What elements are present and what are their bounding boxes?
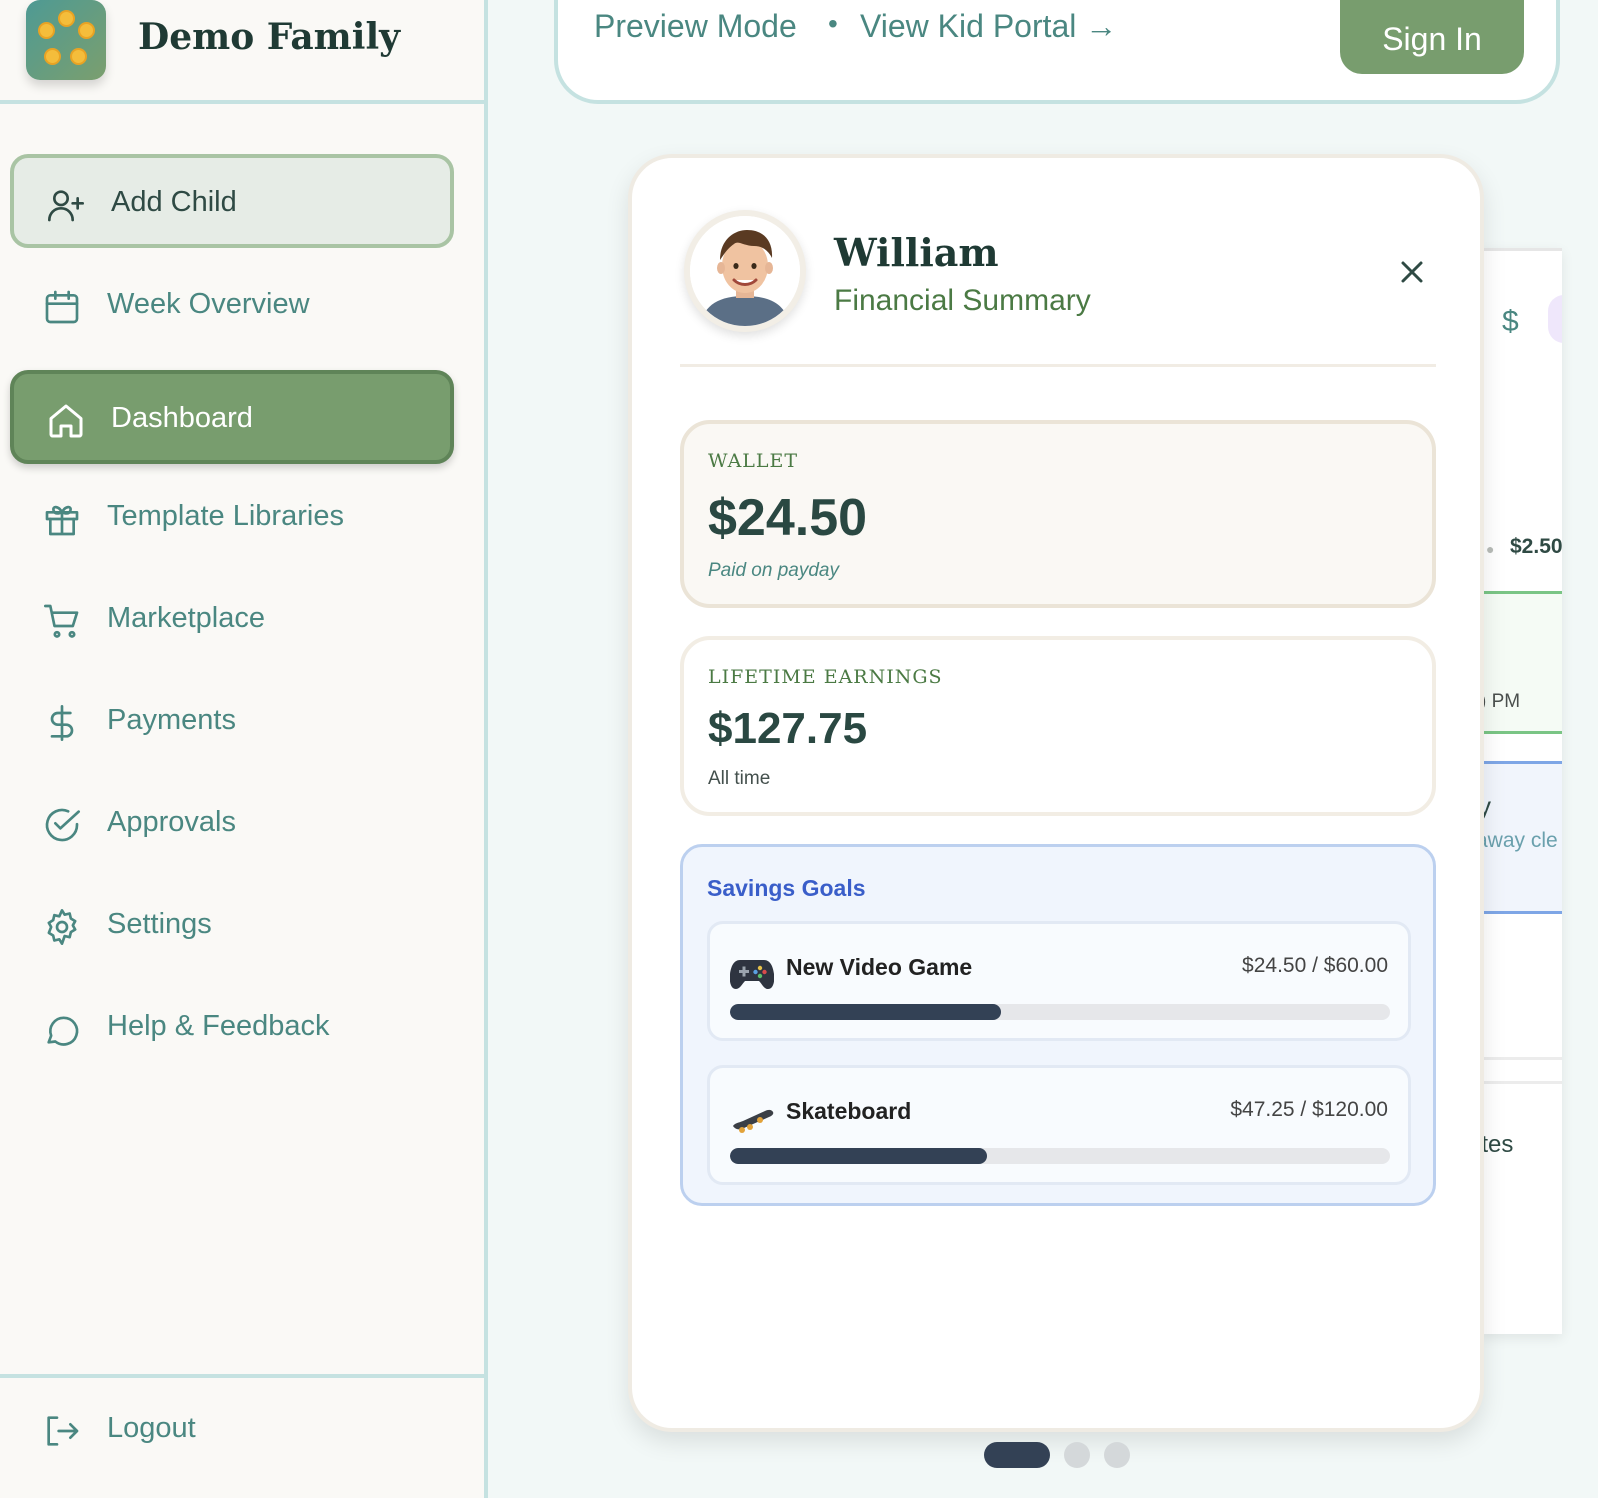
background-child-card: $ ● $2.50 ) PM y away cle ites [1480, 248, 1562, 1334]
sidebar-item-label: Approvals [107, 806, 236, 838]
family-name: Demo Family [138, 16, 401, 58]
sidebar-item-settings[interactable]: Settings [10, 880, 454, 974]
wallet-title: WALLET [708, 450, 799, 472]
savings-goal-item[interactable]: New Video Game $24.50 / $60.00 [707, 921, 1411, 1041]
logout-icon [42, 1411, 82, 1451]
calendar-icon [42, 287, 82, 327]
brand-header: Demo Family [0, 0, 484, 104]
pager-dot[interactable] [1104, 1442, 1130, 1468]
add-child-label: Add Child [111, 186, 237, 218]
bg-fragment: away cle [1480, 829, 1558, 852]
divider [1480, 1057, 1562, 1060]
logout-button[interactable]: Logout [10, 1384, 454, 1478]
modal-subtitle: Financial Summary [834, 284, 1091, 317]
separator-dot: • [828, 8, 838, 39]
sidebar-item-label: Payments [107, 704, 236, 736]
goal-name: New Video Game [786, 954, 973, 980]
sidebar-item-label: Help & Feedback [107, 1010, 330, 1042]
wallet-card: WALLET $24.50 Paid on payday [680, 420, 1436, 608]
chat-bubble-icon [42, 1009, 82, 1049]
lifetime-title: LIFETIME EARNINGS [708, 666, 943, 688]
goal-amount: $47.25 / $120.00 [1230, 1098, 1388, 1121]
wallet-amount: $24.50 [708, 489, 868, 547]
financial-summary-modal: William Financial Summary WALLET $24.50 … [628, 154, 1484, 1432]
avatar [684, 210, 806, 332]
savings-goal-item[interactable]: Skateboard $47.25 / $120.00 [707, 1065, 1411, 1185]
close-icon[interactable] [1394, 254, 1430, 290]
sidebar-item-payments[interactable]: Payments [10, 676, 454, 770]
goal-progress-fill [730, 1148, 988, 1164]
sidebar-item-week-overview[interactable]: Week Overview [10, 260, 454, 354]
top-header: Preview Mode • View Kid Portal → Sign In [554, 0, 1560, 104]
sidebar-item-help-feedback[interactable]: Help & Feedback [10, 982, 454, 1076]
status-pill [1548, 295, 1562, 343]
lifetime-amount: $127.75 [708, 704, 868, 753]
wallet-note: Paid on payday [708, 560, 839, 581]
goal-name: Skateboard [786, 1098, 912, 1124]
app-logo[interactable] [26, 0, 106, 80]
savings-goals-section: Savings Goals New Video Game $24.50 / $6… [680, 844, 1436, 1206]
sidebar-item-label: Week Overview [107, 288, 310, 320]
view-kid-portal-link[interactable]: View Kid Portal → [860, 8, 1117, 45]
sidebar-item-approvals[interactable]: Approvals [10, 778, 454, 872]
goal-progress-bar [730, 1148, 1390, 1164]
add-child-button[interactable]: Add Child [10, 154, 454, 248]
sidebar-divider [0, 1374, 484, 1378]
game-controller-icon [729, 952, 775, 992]
check-circle-icon [42, 805, 82, 845]
dollar-icon [42, 703, 82, 743]
pager-dot[interactable] [1064, 1442, 1090, 1468]
savings-goals-title: Savings Goals [707, 875, 866, 901]
lifetime-note: All time [708, 768, 771, 789]
bg-fragment: ites [1480, 1131, 1514, 1158]
dollar-icon: $ [1502, 305, 1519, 338]
sidebar-item-label: Template Libraries [107, 500, 344, 532]
bullet-icon: ● [1486, 541, 1495, 557]
cart-icon [42, 601, 82, 641]
bg-amount: $2.50 [1510, 535, 1562, 558]
sidebar-item-dashboard[interactable]: Dashboard [10, 370, 454, 464]
child-name: William [834, 230, 999, 275]
logout-label: Logout [107, 1412, 196, 1444]
pager-dot-active[interactable] [984, 1442, 1050, 1468]
goal-amount: $24.50 / $60.00 [1242, 954, 1388, 977]
sidebar-item-template-libraries[interactable]: Template Libraries [10, 472, 454, 566]
skateboard-icon [730, 1096, 774, 1136]
lifetime-earnings-card: LIFETIME EARNINGS $127.75 All time [680, 636, 1436, 816]
sidebar-item-label: Settings [107, 908, 212, 940]
sidebar-item-label: Marketplace [107, 602, 265, 634]
sidebar: Demo Family Add Child Week Overview Dash… [0, 0, 488, 1498]
sidebar-item-marketplace[interactable]: Marketplace [10, 574, 454, 668]
green-border [1480, 731, 1562, 734]
goal-progress-fill [730, 1004, 1001, 1020]
gear-icon [42, 907, 82, 947]
user-plus-icon [46, 185, 86, 225]
preview-mode-label: Preview Mode [594, 8, 797, 44]
divider [1480, 1081, 1562, 1084]
blue-border [1480, 911, 1562, 914]
sidebar-item-label: Dashboard [111, 402, 253, 434]
sign-in-button[interactable]: Sign In [1340, 0, 1524, 74]
bg-time: ) PM [1480, 691, 1521, 712]
gift-icon [42, 499, 82, 539]
home-icon [46, 401, 86, 441]
goal-progress-bar [730, 1004, 1390, 1020]
divider [680, 364, 1436, 367]
